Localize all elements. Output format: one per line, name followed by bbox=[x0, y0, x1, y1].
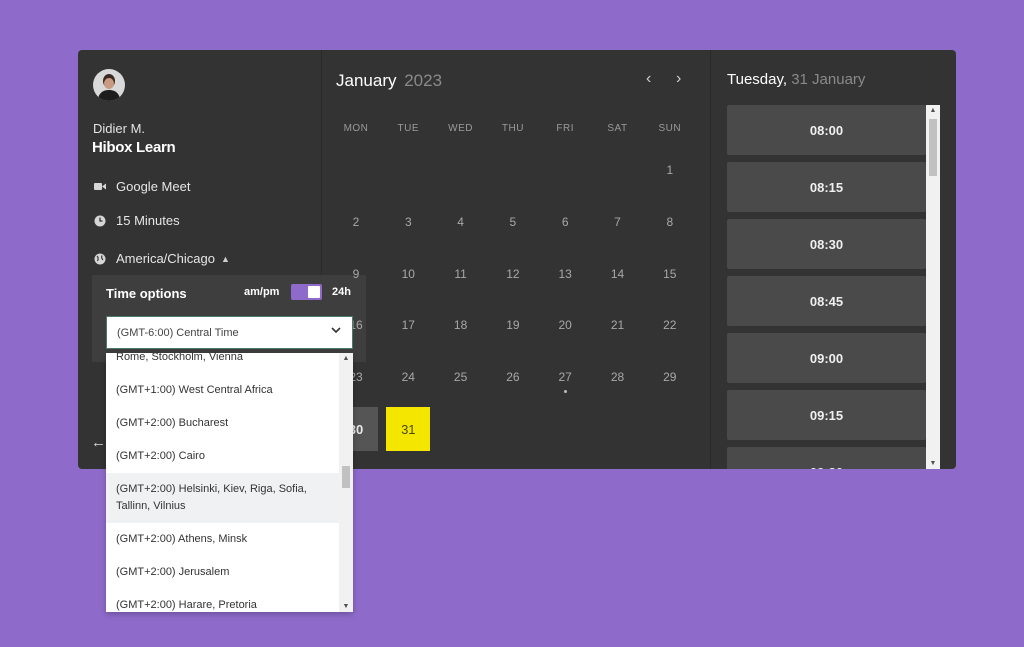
weekday-header: FRI bbox=[556, 123, 574, 134]
calendar-day: 4 bbox=[457, 214, 464, 229]
selected-date-text: 31 January bbox=[791, 71, 866, 88]
calendar-day: 5 bbox=[509, 214, 517, 229]
time-slot-button[interactable]: 09:00 bbox=[727, 333, 926, 383]
weekday-header: MON bbox=[343, 123, 369, 134]
availability-dot bbox=[564, 390, 568, 394]
calendar-day: 28 bbox=[610, 370, 625, 385]
calendar-day: 21 bbox=[610, 318, 625, 333]
timezone-label: America/Chicago bbox=[116, 251, 215, 266]
timezone-toggle[interactable]: America/Chicago ▲ bbox=[94, 251, 230, 266]
time-slots-panel: Tuesday, 31 January 08:00 08:15 08:30 08:45… bbox=[712, 50, 956, 469]
selected-date: Tuesday, 31 January bbox=[727, 71, 865, 88]
meeting-type: Google Meet bbox=[94, 179, 190, 194]
calendar-day: 10 bbox=[401, 266, 415, 281]
calendar-day: 24 bbox=[401, 370, 415, 385]
calendar-day-selected[interactable]: 31 bbox=[386, 407, 431, 451]
weekday-header: WED bbox=[448, 123, 474, 134]
time-slot-button[interactable]: 08:00 bbox=[727, 105, 926, 155]
calendar-day: 6 bbox=[561, 214, 569, 229]
calendar-day: 14 bbox=[610, 266, 625, 281]
clock-icon bbox=[94, 215, 106, 227]
timezone-option[interactable]: (GMT+2:00) Jerusalem bbox=[106, 556, 339, 589]
back-arrow-icon[interactable]: ← bbox=[91, 434, 106, 451]
time-slot-scrollbar[interactable]: ▲ ▼ bbox=[926, 105, 940, 469]
calendar-day: 29 bbox=[663, 370, 677, 385]
listbox-scrollbar[interactable]: ▲ ▼ bbox=[339, 353, 353, 612]
timezone-option[interactable]: (GMT+2:00) Helsinki, Kiev, Riga, Sofia, … bbox=[106, 473, 339, 523]
meeting-duration: 15 Minutes bbox=[94, 213, 180, 228]
weekday-header: SUN bbox=[658, 123, 682, 134]
video-camera-icon bbox=[94, 181, 106, 193]
timezone-option[interactable]: (GMT+1:00) West Central Africa bbox=[106, 374, 339, 407]
month-title: January 2023 bbox=[336, 71, 442, 91]
time-slot-button[interactable]: 09:15 bbox=[727, 390, 926, 440]
calendar: January 2023 ‹ › MON TUE WED THU FRI SAT SUN 1… bbox=[323, 50, 711, 469]
time-slot-button[interactable]: 08:15 bbox=[727, 162, 926, 212]
weekday-header: TUE bbox=[397, 123, 420, 134]
meeting-type-label: Google Meet bbox=[116, 179, 191, 194]
calendar-day: 1 bbox=[666, 163, 674, 177]
duration-label: 15 Minutes bbox=[116, 213, 180, 228]
ampm-label: am/pm bbox=[244, 286, 280, 298]
avatar bbox=[93, 69, 125, 101]
calendar-day: 18 bbox=[453, 318, 468, 333]
calendar-day: 7 bbox=[614, 214, 621, 229]
calendar-day: 27 bbox=[543, 355, 587, 399]
time-slot-button[interactable]: 09:30 bbox=[727, 447, 926, 469]
timezone-option[interactable]: (GMT+2:00) Athens, Minsk bbox=[106, 523, 339, 556]
calendar-day: 2 bbox=[352, 214, 360, 229]
timezone-option[interactable]: (GMT+2:00) Cairo bbox=[106, 440, 339, 473]
timezone-select[interactable]: (GMT-6:00) Central Time bbox=[106, 316, 353, 349]
calendar-day: 25 bbox=[453, 370, 468, 385]
calendar-day: 15 bbox=[663, 266, 677, 281]
next-month-button[interactable]: › bbox=[676, 70, 681, 88]
calendar-day: 12 bbox=[506, 266, 520, 281]
prev-month-button[interactable]: ‹ bbox=[646, 70, 651, 88]
calendar-day: 13 bbox=[558, 266, 572, 281]
timezone-listbox: Rome, Stockholm, Vienna (GMT+1:00) West C… bbox=[106, 353, 353, 612]
globe-icon bbox=[94, 253, 106, 265]
timezone-select-value: (GMT-6:00) Central Time bbox=[117, 326, 239, 339]
month-year: 2023 bbox=[404, 71, 443, 90]
time-format-toggle[interactable] bbox=[291, 284, 322, 300]
calendar-day: 26 bbox=[506, 370, 520, 385]
calendar-day: 9 bbox=[352, 266, 360, 281]
month-name: January bbox=[336, 71, 397, 90]
brand-name: Hibox Learn bbox=[92, 139, 176, 156]
timezone-option[interactable]: (GMT+2:00) Harare, Pretoria bbox=[106, 589, 339, 612]
weekday-header: THU bbox=[501, 123, 524, 134]
selected-weekday: Tuesday, bbox=[727, 71, 788, 88]
chevron-up-icon: ▲ bbox=[221, 253, 230, 264]
time-options-title: Time options bbox=[106, 286, 187, 301]
calendar-day: 20 bbox=[558, 318, 572, 333]
timezone-option[interactable]: Rome, Stockholm, Vienna bbox=[106, 353, 339, 374]
chevron-down-icon bbox=[330, 324, 342, 339]
time-slot-list: 08:00 08:15 08:30 08:45 09:00 09:15 09:30 bbox=[727, 105, 926, 469]
calendar-day: 8 bbox=[666, 214, 674, 229]
calendar-day: 19 bbox=[506, 318, 520, 333]
time-slot-button[interactable]: 08:30 bbox=[727, 219, 926, 269]
calendar-day: 11 bbox=[454, 266, 467, 281]
host-name: Didier M. bbox=[93, 121, 146, 136]
calendar-day: 3 bbox=[404, 214, 412, 229]
calendar-day: 17 bbox=[401, 318, 415, 333]
weekday-header: SAT bbox=[607, 123, 628, 134]
calendar-day: 22 bbox=[663, 318, 677, 333]
time-slot-button[interactable]: 08:45 bbox=[727, 276, 926, 326]
timezone-option[interactable]: (GMT+2:00) Bucharest bbox=[106, 407, 339, 440]
